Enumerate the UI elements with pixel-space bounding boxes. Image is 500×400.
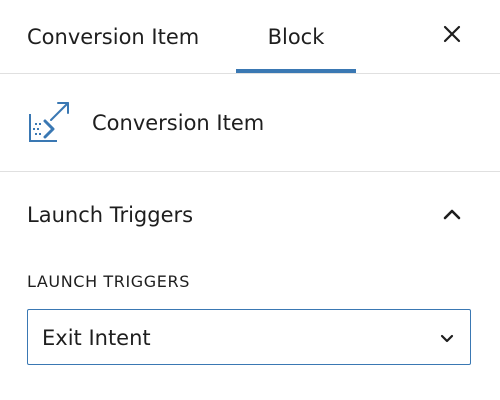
- block-card: Conversion Item: [0, 74, 500, 172]
- panel-title: Launch Triggers: [27, 203, 194, 227]
- launch-triggers-label: LAUNCH TRIGGERS: [27, 272, 190, 291]
- tab-conversion-item[interactable]: Conversion Item: [27, 0, 199, 73]
- select-value: Exit Intent: [42, 326, 151, 350]
- sidebar-tabs: Conversion Item Block: [0, 0, 500, 74]
- block-title: Conversion Item: [92, 111, 265, 135]
- tab-block[interactable]: Block: [236, 0, 356, 73]
- active-tab-indicator: [236, 69, 356, 73]
- close-button[interactable]: [432, 14, 472, 54]
- chevron-down-icon: [440, 334, 454, 343]
- chevron-up-icon: [443, 209, 461, 220]
- close-icon: [443, 25, 461, 43]
- conversion-item-icon: [29, 102, 69, 142]
- launch-triggers-panel-toggle[interactable]: Launch Triggers: [0, 172, 500, 258]
- launch-triggers-select[interactable]: Exit Intent: [27, 309, 471, 365]
